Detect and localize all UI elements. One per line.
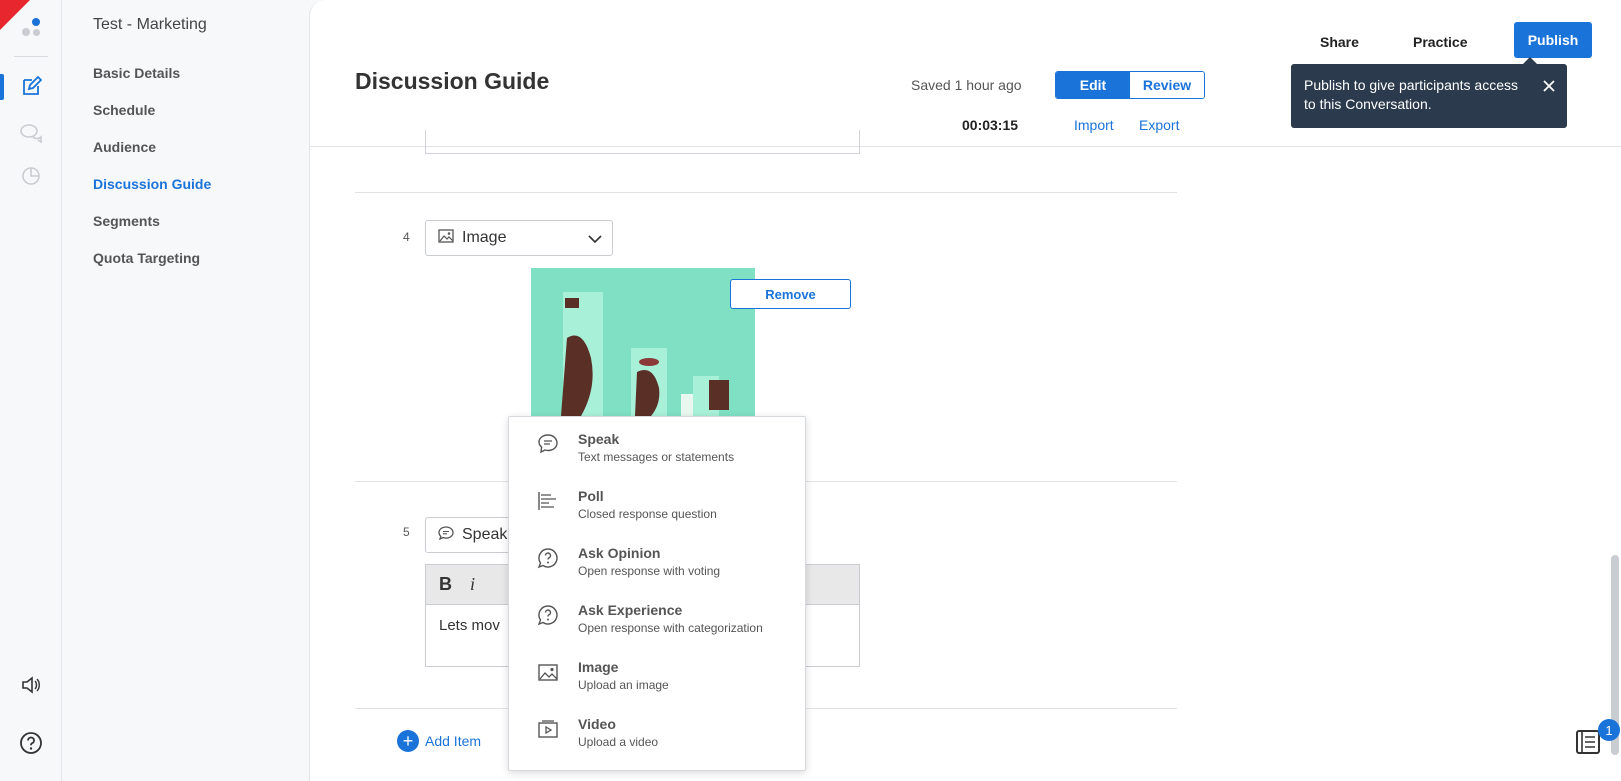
export-link[interactable]: Export [1139, 117, 1179, 133]
mode-toggle: Edit Review [1055, 71, 1205, 99]
nav-item-audience[interactable]: Audience [93, 139, 156, 155]
share-button[interactable]: Share [1320, 34, 1359, 50]
item-type-label: Image [462, 229, 507, 246]
menu-option-ask-opinion[interactable]: Ask Opinion Open response with voting [509, 531, 807, 589]
menu-option-subtitle: Upload a video [578, 735, 659, 749]
menu-option-subtitle: Upload an image [578, 678, 669, 692]
speech-bubble-icon [438, 525, 454, 545]
item-divider [355, 192, 1177, 193]
menu-option-title: Ask Opinion [578, 545, 661, 561]
item-type-menu: Speak Text messages or statements Poll C… [508, 416, 806, 771]
publish-tooltip: Publish to give participants access to t… [1291, 57, 1567, 128]
left-rail [0, 0, 62, 781]
nav-item-schedule[interactable]: Schedule [93, 102, 155, 118]
italic-button[interactable]: i [470, 574, 475, 595]
nav-item-basic-details[interactable]: Basic Details [93, 65, 180, 81]
publish-button[interactable]: Publish [1514, 22, 1592, 58]
image-icon [438, 228, 454, 248]
duration-timer: 00:03:15 [962, 117, 1019, 133]
menu-option-speak[interactable]: Speak Text messages or statements [509, 417, 807, 475]
item-number: 5 [403, 525, 410, 539]
nav-item-discussion-guide[interactable]: Discussion Guide [93, 176, 211, 192]
close-icon[interactable] [1542, 79, 1556, 93]
menu-option-title: Image [578, 659, 619, 675]
image-icon [537, 661, 559, 683]
practice-button[interactable]: Practice [1413, 34, 1467, 50]
rail-active-indicator [0, 74, 4, 100]
tooltip-arrow [1523, 57, 1537, 64]
poll-bars-icon [537, 490, 559, 512]
question-bubble-icon [537, 604, 559, 626]
menu-option-poll[interactable]: Poll Closed response question [509, 474, 807, 532]
menu-option-title: Video [578, 716, 616, 732]
uploaded-image [531, 268, 755, 416]
import-link[interactable]: Import [1074, 117, 1114, 133]
help-icon[interactable] [18, 730, 44, 756]
menu-option-subtitle: Open response with categorization [578, 621, 763, 635]
project-name: Test - Marketing [93, 16, 207, 33]
menu-option-subtitle: Closed response question [578, 507, 717, 521]
item-number: 4 [403, 230, 410, 244]
conversations-icon[interactable] [18, 120, 44, 146]
menu-option-title: Poll [578, 488, 604, 504]
menu-option-title: Ask Experience [578, 602, 683, 618]
edit-mode-button[interactable]: Edit [1056, 72, 1130, 98]
speech-bubble-icon [537, 433, 559, 455]
remove-image-button[interactable]: Remove [730, 279, 851, 309]
edit-icon[interactable] [18, 74, 44, 100]
menu-option-subtitle: Text messages or statements [578, 450, 735, 464]
nav-item-segments[interactable]: Segments [93, 213, 160, 229]
section-nav: Test - Marketing Basic Details Schedule … [62, 0, 310, 781]
video-icon [537, 718, 559, 740]
plus-circle-icon: + [397, 730, 419, 752]
menu-option-image[interactable]: Image Upload an image [509, 645, 807, 703]
main-panel: Share Practice Publish Discussion Guide … [309, 0, 1621, 781]
page-title: Discussion Guide [355, 68, 550, 94]
item-type-select[interactable]: Image [425, 220, 613, 256]
menu-option-title: Speak [578, 431, 620, 447]
save-status: Saved 1 hour ago [911, 77, 1022, 93]
tooltip-text: Publish to give participants access to t… [1304, 77, 1518, 112]
add-item-label: Add Item [425, 733, 482, 749]
speaker-icon[interactable] [18, 672, 44, 698]
rail-divider [14, 56, 48, 57]
nav-item-quota-targeting[interactable]: Quota Targeting [93, 250, 200, 266]
menu-option-subtitle: Open response with voting [578, 564, 721, 578]
add-item-button[interactable]: + Add Item [397, 730, 481, 752]
review-mode-button[interactable]: Review [1130, 72, 1204, 98]
notification-badge: 1 [1598, 719, 1620, 741]
analytics-pie-icon[interactable] [18, 162, 44, 188]
chevron-down-icon [588, 232, 602, 250]
menu-option-ask-experience[interactable]: Ask Experience Open response with catego… [509, 588, 807, 646]
bold-button[interactable]: B [439, 574, 452, 595]
app-logo[interactable] [20, 16, 42, 38]
question-bubble-icon [537, 547, 559, 569]
previous-item-editor [425, 130, 860, 154]
menu-option-video[interactable]: Video Upload a video [509, 702, 807, 760]
item-type-label: Speak [462, 526, 508, 543]
